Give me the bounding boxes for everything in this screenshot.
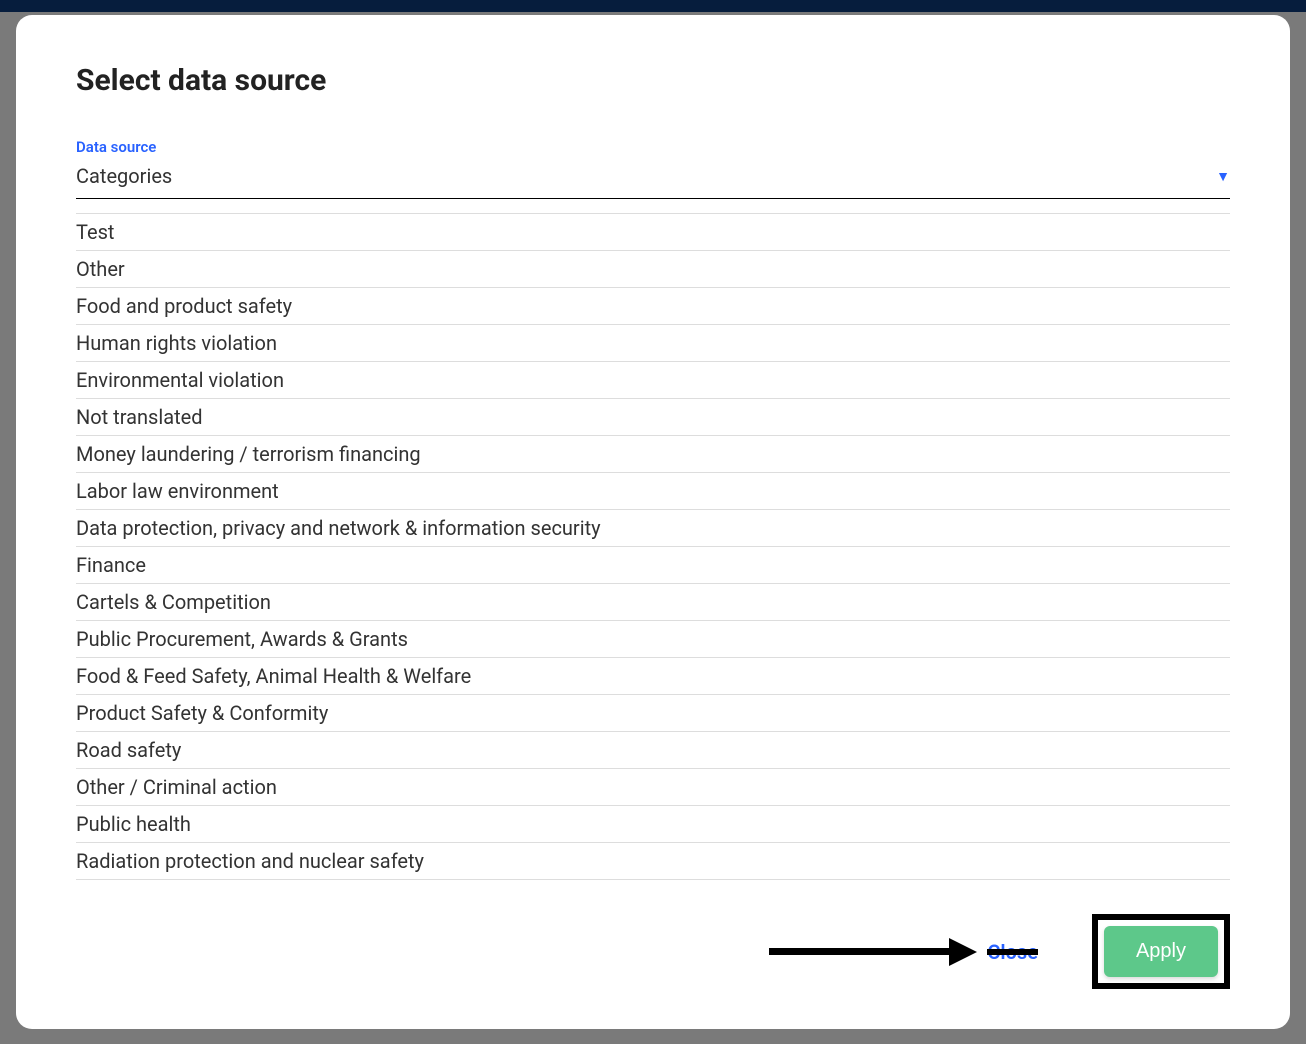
category-item[interactable]: Data protection, privacy and network & i… <box>76 510 1230 547</box>
category-list: Test Other Food and product safety Human… <box>76 213 1230 884</box>
apply-button-highlight: Apply <box>1092 914 1230 989</box>
arrow-right-icon <box>949 938 977 966</box>
category-item[interactable]: Tax law <box>76 880 1230 884</box>
category-item[interactable]: Other <box>76 251 1230 288</box>
category-item[interactable]: Test <box>76 213 1230 251</box>
category-item[interactable]: Not translated <box>76 399 1230 436</box>
modal-overlay: Select data source Data source Categorie… <box>0 0 1306 1044</box>
category-item[interactable]: Public Procurement, Awards & Grants <box>76 621 1230 658</box>
category-item[interactable]: Money laundering / terrorism financing <box>76 436 1230 473</box>
modal-footer: Close Apply <box>76 914 1230 989</box>
select-label: Data source <box>76 138 1230 156</box>
category-item[interactable]: Finance <box>76 547 1230 584</box>
category-item[interactable]: Cartels & Competition <box>76 584 1230 621</box>
arrow-annotation <box>769 938 977 966</box>
category-item[interactable]: Environmental violation <box>76 362 1230 399</box>
category-item[interactable]: Radiation protection and nuclear safety <box>76 843 1230 880</box>
modal-title: Select data source <box>76 63 1230 98</box>
chevron-down-icon: ▼ <box>1216 168 1230 185</box>
category-item[interactable]: Food and product safety <box>76 288 1230 325</box>
data-source-select[interactable]: Categories ▼ <box>76 164 1230 199</box>
category-item[interactable]: Labor law environment <box>76 473 1230 510</box>
select-data-source-modal: Select data source Data source Categorie… <box>16 15 1290 1029</box>
category-item[interactable]: Public health <box>76 806 1230 843</box>
category-item[interactable]: Other / Criminal action <box>76 769 1230 806</box>
category-item[interactable]: Human rights violation <box>76 325 1230 362</box>
category-item[interactable]: Product Safety & Conformity <box>76 695 1230 732</box>
apply-button[interactable]: Apply <box>1104 926 1218 977</box>
arrow-line <box>769 948 949 955</box>
category-item[interactable]: Road safety <box>76 732 1230 769</box>
category-item[interactable]: Food & Feed Safety, Animal Health & Welf… <box>76 658 1230 695</box>
select-value: Categories <box>76 164 172 188</box>
close-button[interactable]: Close <box>987 940 1038 964</box>
